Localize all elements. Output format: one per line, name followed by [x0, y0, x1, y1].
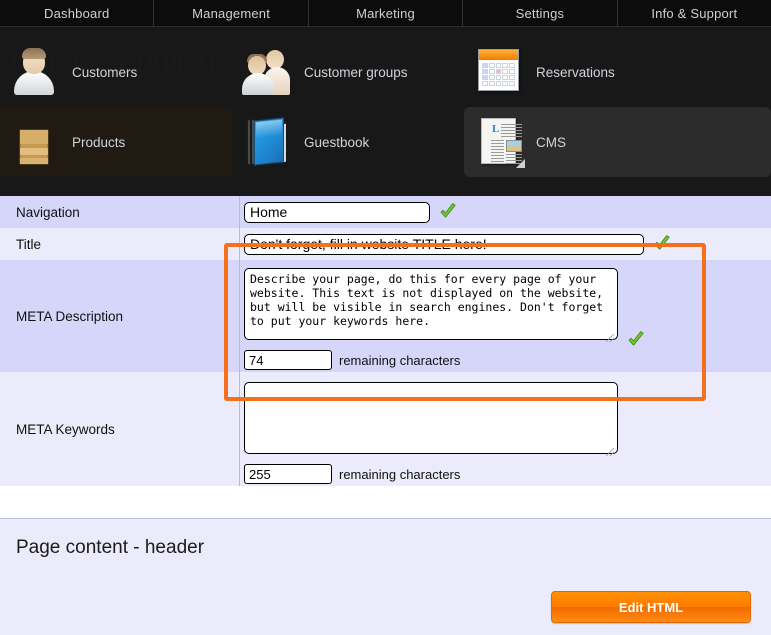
header-panel: Home - English Translate More info Custo… — [0, 27, 771, 196]
form-row-title: Title — [0, 228, 771, 260]
nav-tab-label: Settings — [516, 6, 565, 21]
nav-tab-label: Dashboard — [44, 6, 109, 21]
navigation-input[interactable] — [244, 202, 430, 223]
nav-tab-label: Info & Support — [651, 6, 737, 21]
menu-item-label: Guestbook — [304, 135, 369, 150]
meta-description-remaining-label: remaining characters — [339, 353, 460, 368]
meta-keywords-remaining-label: remaining characters — [339, 467, 460, 482]
menu-item-reservations[interactable]: Reservations — [464, 37, 771, 107]
resize-grip-icon[interactable] — [606, 448, 614, 456]
calendar-icon — [474, 46, 522, 98]
meta-keywords-textarea[interactable] — [244, 382, 618, 454]
page-settings-form: Navigation Title — [0, 196, 771, 486]
form-row-meta-keywords: META Keywords remaining characters — [0, 372, 771, 486]
nav-tab-settings[interactable]: Settings — [463, 0, 617, 27]
section-title: Page content - header — [16, 537, 204, 559]
nav-tab-management[interactable]: Management — [154, 0, 308, 27]
shopping-bag-glyph — [10, 116, 58, 168]
nav-tab-info-support[interactable]: Info & Support — [618, 0, 771, 27]
meta-keywords-label: META Keywords — [0, 372, 240, 486]
people-group-icon — [242, 46, 290, 98]
title-input[interactable] — [244, 234, 644, 255]
menu-item-products[interactable]: Products — [0, 107, 232, 177]
nav-tab-label: Marketing — [356, 6, 415, 21]
menu-item-customer-groups[interactable]: Customer groups — [232, 37, 464, 107]
navigation-label: Navigation — [0, 196, 240, 228]
nav-tab-marketing[interactable]: Marketing — [309, 0, 463, 27]
shopping-bag-icon — [10, 116, 58, 168]
resize-grip-icon[interactable] — [606, 334, 614, 342]
application-window: Dashboard Management Marketing Settings … — [0, 0, 771, 635]
management-dropdown-menu: Customers Customer groups — [0, 27, 771, 196]
nav-tab-label: Management — [192, 6, 270, 21]
menu-item-label: Customers — [72, 65, 137, 80]
title-label: Title — [0, 228, 240, 260]
green-check-icon — [438, 202, 458, 222]
menu-item-guestbook[interactable]: Guestbook — [232, 107, 464, 177]
green-check-icon — [626, 330, 646, 350]
person-icon — [10, 46, 58, 98]
meta-description-textarea[interactable]: Describe your page, do this for every pa… — [244, 268, 618, 340]
edit-html-button-label: Edit HTML — [619, 600, 683, 615]
menu-item-cms[interactable]: L CMS — [464, 107, 771, 177]
meta-description-label: META Description — [0, 260, 240, 372]
form-row-meta-description: META Description Describe your page, do … — [0, 260, 771, 372]
meta-description-remaining-input[interactable] — [244, 350, 332, 370]
edit-html-button[interactable]: Edit HTML — [551, 591, 751, 623]
green-check-icon — [652, 234, 672, 254]
page-content-header-section: Page content - header Edit HTML — [0, 518, 771, 635]
menu-item-customers[interactable]: Customers — [0, 37, 232, 107]
menu-item-label: Customer groups — [304, 65, 408, 80]
form-row-navigation: Navigation — [0, 196, 771, 228]
meta-keywords-remaining-input[interactable] — [244, 464, 332, 484]
menu-item-label: CMS — [536, 135, 566, 150]
document-page-icon: L — [474, 116, 522, 168]
book-icon — [242, 116, 290, 168]
main-navigation-bar: Dashboard Management Marketing Settings … — [0, 0, 771, 27]
nav-tab-dashboard[interactable]: Dashboard — [0, 0, 154, 27]
menu-item-label: Products — [72, 135, 125, 150]
menu-item-label: Reservations — [536, 65, 615, 80]
